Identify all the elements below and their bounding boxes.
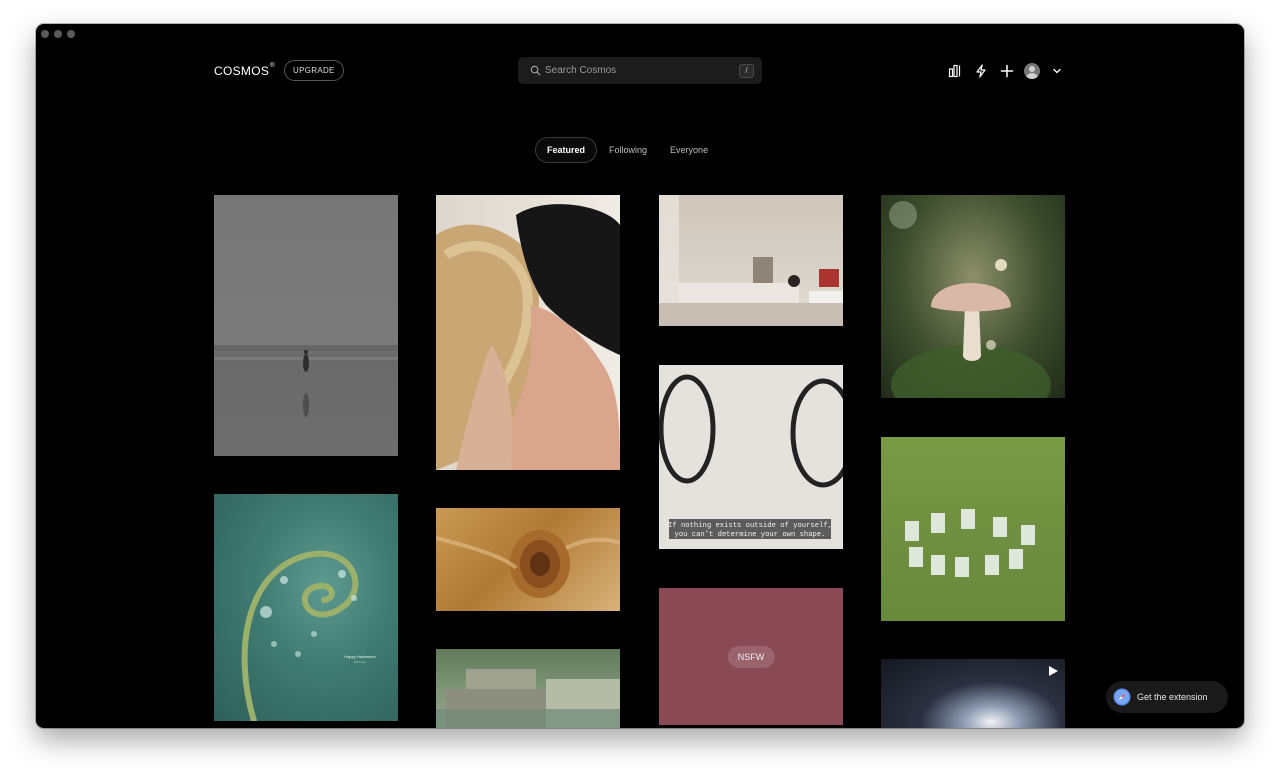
compass-icon — [1113, 688, 1131, 706]
grid-card-stone-fountain[interactable] — [436, 649, 620, 728]
search-input[interactable]: Search Cosmos — [545, 65, 739, 76]
logo-text: COSMOS — [214, 64, 270, 78]
header-actions — [946, 62, 1074, 80]
feed-tabs: Featured Following Everyone — [535, 137, 720, 163]
mushroom-image — [889, 201, 1051, 398]
beach-figure-image — [214, 345, 398, 417]
fern-caption-1: Happy Halloween — [344, 654, 375, 659]
lightning-icon[interactable] — [972, 62, 990, 80]
quote-line-1: If nothing exists outside of yourself, — [668, 522, 832, 530]
maximize-window-icon[interactable] — [67, 30, 75, 38]
tab-featured[interactable]: Featured — [535, 137, 598, 163]
stats-icon[interactable] — [946, 62, 964, 80]
grid-card-nsfw[interactable]: NSFW — [659, 588, 843, 725]
white-room-image — [659, 195, 843, 326]
play-icon[interactable] — [1047, 665, 1059, 677]
cosmos-logo[interactable]: COSMOS® — [214, 63, 275, 78]
grid-card-chairs-grass[interactable] — [881, 437, 1065, 621]
tab-everyone[interactable]: Everyone — [659, 137, 719, 163]
search-shortcut-key: / — [739, 63, 754, 78]
upgrade-button[interactable]: UPGRADE — [284, 60, 344, 81]
grid-card-wood-knot[interactable] — [436, 508, 620, 611]
close-window-icon[interactable] — [41, 30, 49, 38]
grid-card-fern-dewdrops[interactable]: Happy Halloween from me — [214, 494, 398, 721]
app-window: COSMOS® UPGRADE Search Cosmos / Featured… — [36, 24, 1244, 728]
window-controls — [41, 30, 75, 38]
fern-caption-2: from me — [354, 660, 365, 664]
wood-knot-image — [436, 530, 620, 598]
grid-card-white-room[interactable] — [659, 195, 843, 326]
grid-card-beach-figure[interactable] — [214, 195, 398, 456]
minimize-window-icon[interactable] — [54, 30, 62, 38]
get-extension-button[interactable]: Get the extension — [1106, 681, 1228, 713]
chairs-image — [905, 509, 1035, 577]
grid-card-kiss[interactable] — [436, 195, 620, 470]
grid-card-video-light[interactable] — [881, 659, 1065, 728]
grid-card-quote-shapes[interactable]: If nothing exists outside of yourself, y… — [659, 365, 843, 549]
get-extension-label: Get the extension — [1137, 692, 1208, 702]
nsfw-badge[interactable]: NSFW — [727, 645, 775, 668]
fern-image: Happy Halloween from me — [241, 550, 376, 721]
quote-image: If nothing exists outside of yourself, y… — [659, 374, 843, 539]
tab-following[interactable]: Following — [598, 137, 658, 163]
kiss-image — [436, 204, 620, 470]
fountain-image — [436, 669, 620, 728]
search-bar[interactable]: Search Cosmos / — [518, 57, 762, 84]
logo-mark: ® — [270, 63, 275, 69]
search-icon — [530, 65, 541, 76]
chevron-down-icon[interactable] — [1048, 62, 1066, 80]
quote-line-2: you can't determine your own shape. — [675, 531, 826, 539]
avatar[interactable] — [1024, 63, 1040, 79]
grid-card-mushroom[interactable] — [881, 195, 1065, 398]
plus-icon[interactable] — [998, 62, 1016, 80]
